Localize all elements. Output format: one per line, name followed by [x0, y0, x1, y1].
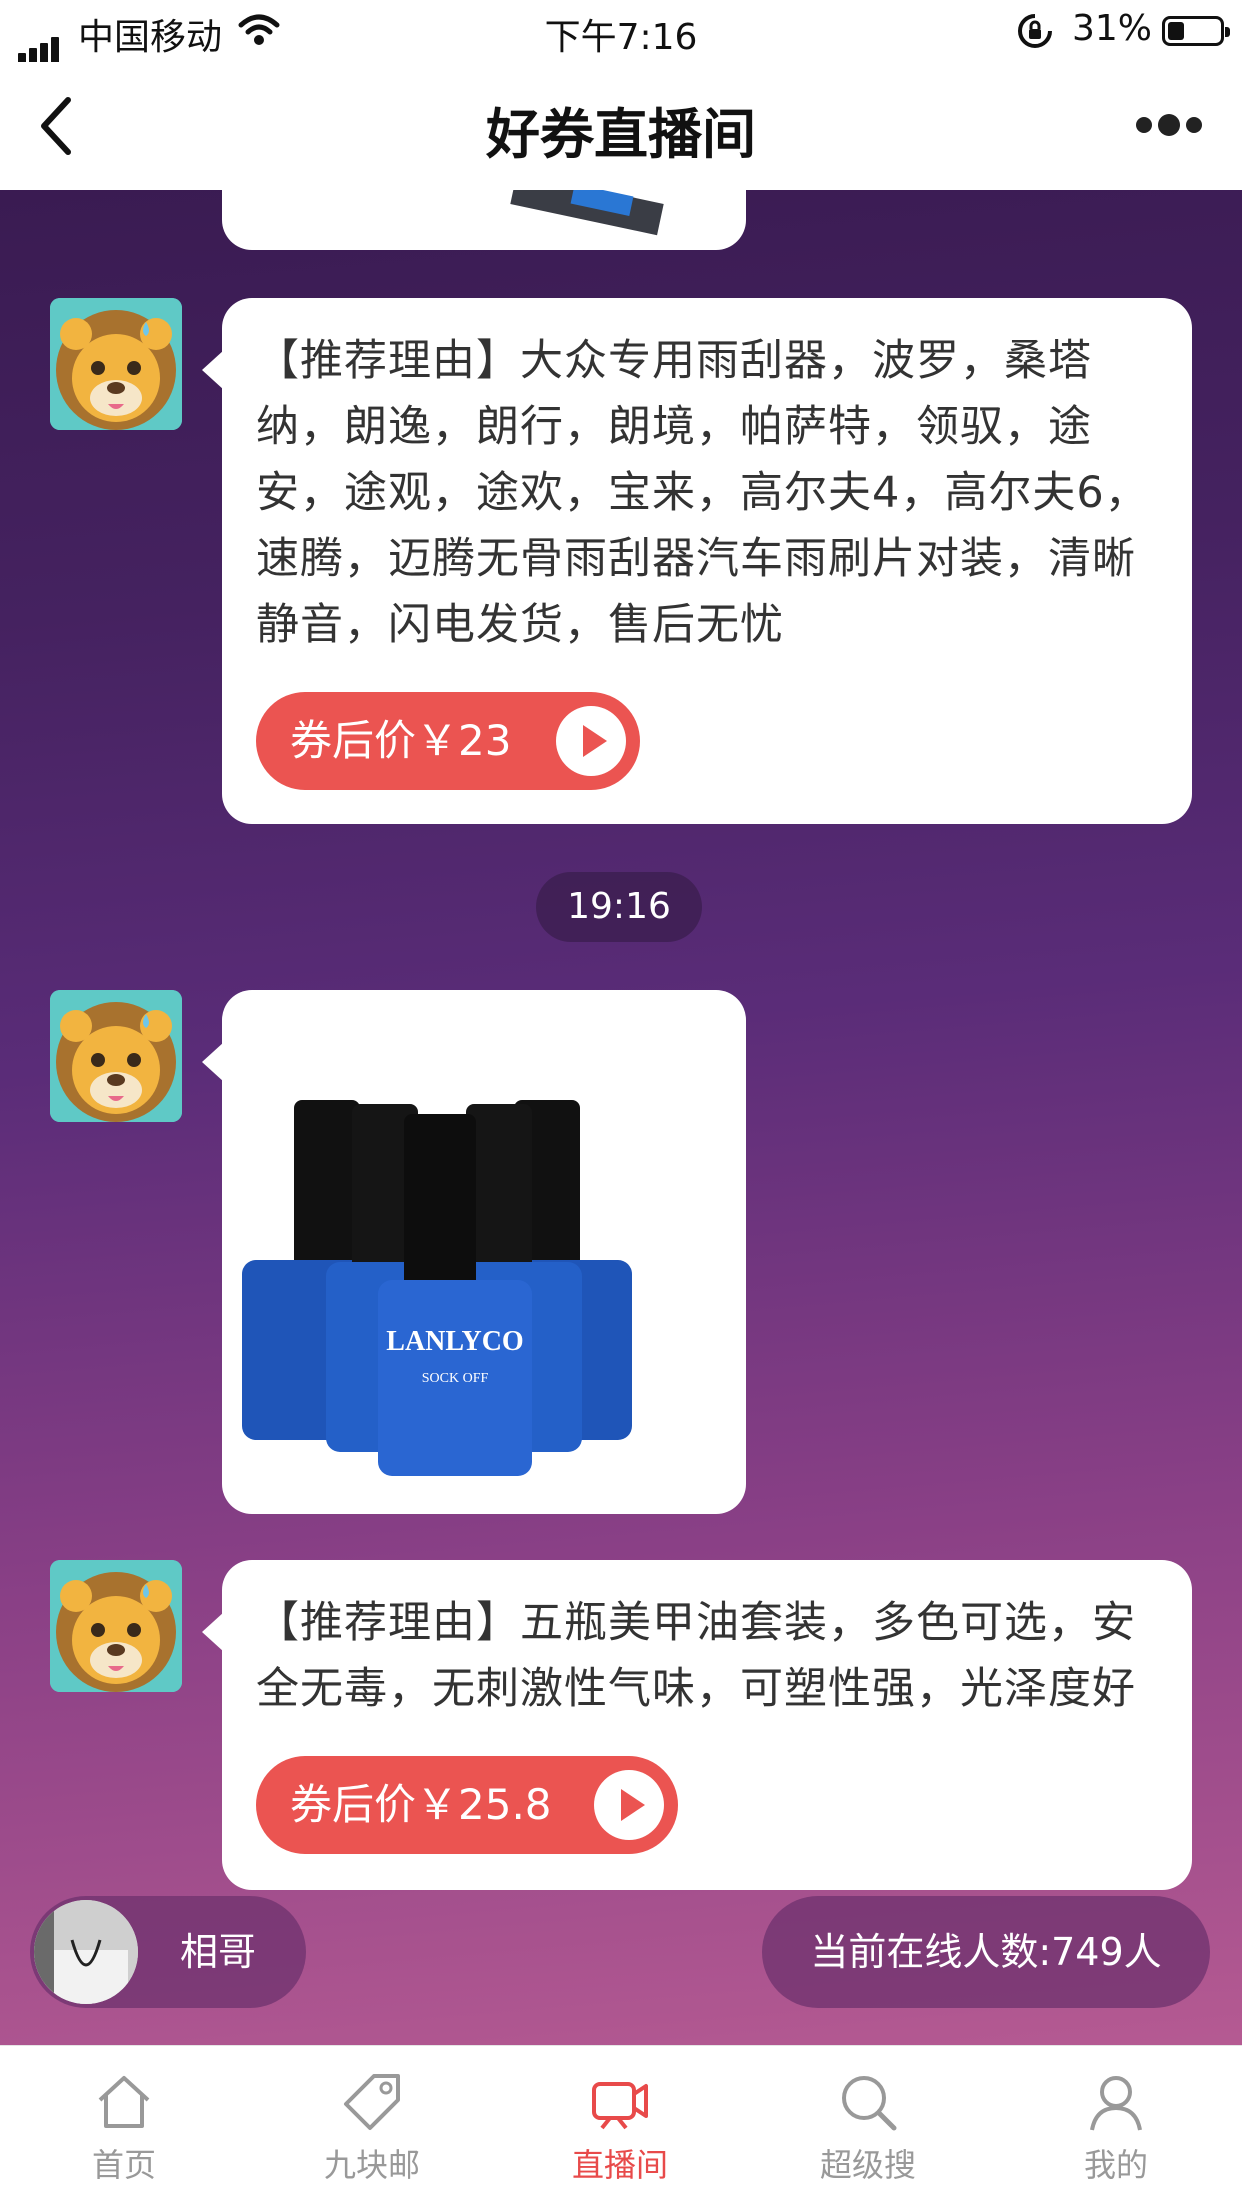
bot-avatar[interactable]: [50, 990, 182, 1122]
chat-area[interactable]: 【推荐理由】大众专用雨刮器，波罗，桑塔纳，朗逸，朗行，朗境，帕萨特，领驭，途安，…: [0, 190, 1242, 2045]
tab-mine[interactable]: 我的: [992, 2046, 1240, 2209]
battery-percentage: 31%: [1071, 8, 1152, 49]
play-icon: [556, 706, 626, 776]
coupon-price-button[interactable]: 券后价￥23: [256, 692, 640, 790]
anchor-chip[interactable]: 相哥: [30, 1896, 306, 2008]
text-message-bubble[interactable]: 【推荐理由】五瓶美甲油套装，多色可选，安全无毒，无刺激性气味，可塑性强，光泽度好…: [202, 1560, 1192, 1890]
more-icon[interactable]: [1130, 114, 1202, 137]
battery-icon: [1162, 16, 1230, 46]
tab-nine-yuan[interactable]: 九块邮: [248, 2046, 496, 2209]
nav-bar: 好券直播间: [0, 62, 1242, 190]
online-count-badge: 当前在线人数:749人: [762, 1896, 1210, 2008]
bot-avatar[interactable]: [50, 298, 182, 430]
product-brand-text: LANLYCO: [386, 1326, 523, 1357]
tab-label: 直播间: [571, 2146, 668, 2184]
price-label: 券后价￥25.8: [290, 1780, 552, 1829]
image-message-bubble[interactable]: LANLYCO SOCK OFF: [202, 990, 746, 1514]
tab-live-room[interactable]: 直播间: [496, 2046, 744, 2209]
anchor-avatar: [34, 1900, 138, 2004]
tab-label: 超级搜: [819, 2146, 916, 2184]
product-image: [510, 190, 664, 236]
tab-super-search[interactable]: 超级搜: [744, 2046, 992, 2209]
tab-bar: 首页 九块邮 直播间 超级搜 我的: [0, 2045, 1242, 2209]
anchor-name: 相哥: [180, 1930, 257, 1974]
bot-avatar[interactable]: [50, 1560, 182, 1692]
user-icon: [1090, 2076, 1142, 2131]
message-timestamp: 19:16: [536, 872, 702, 942]
clock: 下午7:16: [544, 17, 698, 58]
tab-label: 我的: [1083, 2146, 1148, 2184]
play-icon: [594, 1770, 664, 1840]
message-text: 【推荐理由】大众专用雨刮器，波罗，桑塔纳，朗逸，朗行，朗境，帕萨特，领驭，途安，…: [256, 336, 1149, 650]
price-label: 券后价￥23: [290, 716, 512, 765]
status-bar: 中国移动 下午7:16 31%: [0, 0, 1242, 63]
home-icon: [98, 2076, 150, 2128]
product-image: LANLYCO SOCK OFF: [242, 1100, 632, 1476]
tag-icon: [344, 2074, 400, 2130]
tab-label: 首页: [91, 2146, 156, 2184]
text-message-bubble[interactable]: 【推荐理由】大众专用雨刮器，波罗，桑塔纳，朗逸，朗行，朗境，帕萨特，领驭，途安，…: [202, 298, 1192, 824]
coupon-price-button[interactable]: 券后价￥25.8: [256, 1756, 678, 1854]
search-icon: [842, 2076, 897, 2131]
tab-label: 九块邮: [323, 2146, 420, 2184]
live-icon: [592, 2082, 648, 2130]
product-sub-text: SOCK OFF: [422, 1371, 489, 1386]
image-message-bubble[interactable]: [222, 190, 746, 250]
message-text: 【推荐理由】五瓶美甲油套装，多色可选，安全无毒，无刺激性气味，可塑性强，光泽度好: [256, 1598, 1136, 1714]
tab-home[interactable]: 首页: [0, 2046, 248, 2209]
rotation-lock-icon: [1018, 14, 1052, 48]
page-title: 好券直播间: [486, 103, 756, 166]
